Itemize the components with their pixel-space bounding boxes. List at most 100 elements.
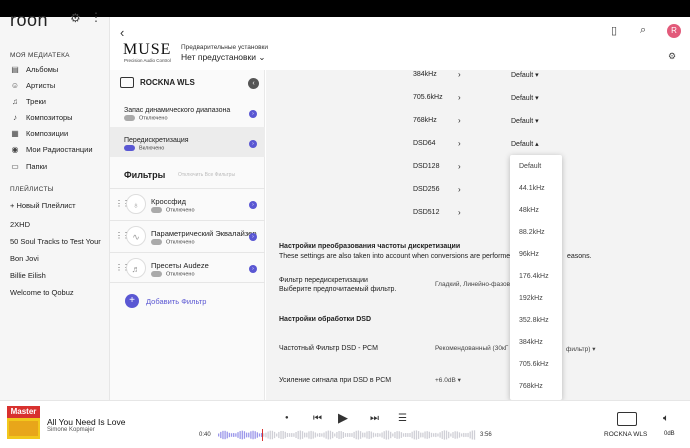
playlist-item[interactable]: Billie Eilish xyxy=(10,271,108,280)
avatar[interactable]: R xyxy=(667,24,681,38)
track-artist[interactable]: Simone Kopmajer xyxy=(47,427,95,433)
toggle-on-icon[interactable] xyxy=(124,145,135,151)
volume-icon[interactable]: 🔈︎ xyxy=(663,413,669,424)
playlist-item[interactable]: 50 Soul Tracks to Test Your xyxy=(10,237,108,246)
arrow-right-icon: › xyxy=(458,116,461,125)
upsampling-setting-title[interactable]: Передискретизация xyxy=(124,137,189,144)
bookmark-icon[interactable]: ▯ xyxy=(611,24,617,37)
conversion-heading: Настройки преобразования частоты дискрет… xyxy=(279,243,461,250)
filter-row-peq[interactable]: ⋮⋮ ∿ Параметрический Эквалайзер Отключен… xyxy=(110,220,265,251)
toggle-off-icon[interactable] xyxy=(151,271,162,277)
headroom-setting-title[interactable]: Запас динамического диапазона xyxy=(124,107,230,114)
chevron-right-icon[interactable]: › xyxy=(249,265,257,273)
rate-select[interactable]: Default ▾ xyxy=(511,117,539,125)
queue-icon[interactable]: ☰ xyxy=(398,413,407,424)
filter-row-crossfeed[interactable]: ⋮⋮ ♁ Кроссфид Отключено › xyxy=(110,188,265,219)
radio-icon: ◉ xyxy=(11,144,19,154)
filter-row-audeze[interactable]: ⋮⋮ ♬ Пресеты Audeze Отключено › xyxy=(110,252,265,283)
time-total: 3:56 xyxy=(480,432,492,438)
rate-label: 384kHz xyxy=(413,71,437,78)
chevron-right-icon[interactable]: › xyxy=(249,233,257,241)
chevron-right-icon[interactable]: › xyxy=(249,140,257,148)
playhead[interactable] xyxy=(261,429,263,441)
track-title[interactable]: All You Need Is Love xyxy=(47,417,125,427)
album-art[interactable]: Master xyxy=(7,406,40,439)
previous-icon[interactable]: ⏮ xyxy=(313,413,322,424)
rate-label: 768kHz xyxy=(413,117,437,124)
add-filter-button[interactable]: + Добавить Фильтр xyxy=(125,294,206,308)
search-icon[interactable]: ⌕ xyxy=(640,24,646,37)
dot-icon: ● xyxy=(285,415,289,421)
device-header: ROCKNA WLS xyxy=(120,77,195,88)
rate-label: DSD512 xyxy=(413,209,440,216)
dropdown-option[interactable]: 768kHz xyxy=(519,383,543,390)
dropdown-option[interactable]: 88.2kHz xyxy=(519,229,545,236)
arrow-right-icon: › xyxy=(458,185,461,194)
rate-select[interactable]: Default ▾ xyxy=(511,94,539,102)
sidebar-item-tracks[interactable]: ♫ Треки xyxy=(10,95,46,107)
upsampling-state[interactable]: Включено xyxy=(124,145,164,151)
toggle-off-icon[interactable] xyxy=(151,239,162,245)
preset-label: Предварительные установки xyxy=(181,44,269,51)
waveform-seekbar[interactable] xyxy=(218,429,476,441)
playlist-item[interactable]: Bon Jovi xyxy=(10,254,108,263)
disable-all-filters: Отключить Все Фильтры xyxy=(178,172,236,178)
chevron-right-icon[interactable]: › xyxy=(249,201,257,209)
note-icon: ♫ xyxy=(12,96,18,106)
next-icon[interactable]: ⏭ xyxy=(370,413,379,424)
rate-select-open[interactable]: Default ▴ xyxy=(511,140,539,148)
sidebar-item-albums[interactable]: ▤ Альбомы xyxy=(10,63,58,75)
preset-select[interactable]: Нет предустановки ⌄ xyxy=(181,52,266,63)
arrow-right-icon: › xyxy=(458,139,461,148)
gear-icon[interactable]: ⚙ xyxy=(70,11,81,25)
dropdown-option[interactable]: 705.6kHz xyxy=(519,361,549,368)
back-chevron-icon[interactable]: ‹ xyxy=(120,25,124,40)
playlist-item[interactable]: Welcome to Qobuz xyxy=(10,288,108,297)
dropdown-option[interactable]: 48kHz xyxy=(519,207,539,214)
close-panel-icon[interactable]: ‹ xyxy=(248,78,259,89)
zone-device-icon[interactable] xyxy=(617,412,637,426)
muse-subtitle: Precision Audio Control xyxy=(124,58,171,63)
headroom-state[interactable]: Отключено xyxy=(124,115,168,121)
folder-icon: ▭ xyxy=(11,161,19,171)
arrow-right-icon: › xyxy=(458,162,461,171)
settings-gear-icon[interactable]: ⚙ xyxy=(668,51,676,62)
dsd-filter-select-tail[interactable]: фильтр) ▾ xyxy=(566,345,595,353)
sidebar-item-folders[interactable]: ▭ Папки xyxy=(10,160,47,172)
dropdown-option[interactable]: 352.8kHz xyxy=(519,317,549,324)
dsd-gain-select[interactable]: +6.0dB ▾ xyxy=(435,376,461,384)
dsd-gain-label: Усиление сигнала при DSD в PCM xyxy=(279,377,392,384)
dropdown-option[interactable]: Default xyxy=(519,163,541,170)
crossfeed-icon: ♁ xyxy=(126,194,146,214)
resample-filter-title: Фильтр передискретизации xyxy=(279,277,368,284)
muse-logo: MUSE xyxy=(123,41,172,58)
toggle-off-icon[interactable] xyxy=(124,115,135,121)
sidebar-item-radio[interactable]: ◉ Мои Радиостанции xyxy=(10,143,93,155)
dsd-heading: Настройки обработки DSD xyxy=(279,316,372,323)
rate-select[interactable]: Default ▾ xyxy=(511,71,539,79)
status-bar xyxy=(0,0,690,17)
dropdown-option[interactable]: 44.1kHz xyxy=(519,185,545,192)
roon-logo: roon xyxy=(10,10,49,30)
play-icon[interactable]: ▶ xyxy=(338,410,348,426)
dropdown-option[interactable]: 176.4kHz xyxy=(519,273,549,280)
zone-name[interactable]: ROCKNA WLS xyxy=(604,431,647,438)
plus-icon: + xyxy=(125,294,139,308)
sidebar-item-compositions[interactable]: ▦ Композиции xyxy=(10,127,68,139)
dropdown-option[interactable]: 384kHz xyxy=(519,339,543,346)
sidebar-item-composers[interactable]: ♪ Композиторы xyxy=(10,111,73,123)
chevron-right-icon[interactable]: › xyxy=(249,110,257,118)
dropdown-option[interactable]: 192kHz xyxy=(519,295,543,302)
headphones-icon: ♬ xyxy=(126,258,146,278)
sidebar-item-artists[interactable]: ☺ Артисты xyxy=(10,79,55,91)
playlist-item[interactable]: 2XHD xyxy=(10,220,108,229)
arrow-right-icon: › xyxy=(458,208,461,217)
more-icon[interactable]: ⋮ xyxy=(90,10,102,24)
resample-filter-select[interactable]: Гладкий, Линейно-фазовы xyxy=(435,281,515,288)
dropdown-option[interactable]: 96kHz xyxy=(519,251,539,258)
dsd-filter-select[interactable]: Рекомендованный (30кГ xyxy=(435,345,508,352)
toggle-off-icon[interactable] xyxy=(151,207,162,213)
conversion-description-tail: easons. xyxy=(567,253,592,260)
arrow-right-icon: › xyxy=(458,70,461,79)
new-playlist-button[interactable]: + Новый Плейлист xyxy=(10,201,108,210)
